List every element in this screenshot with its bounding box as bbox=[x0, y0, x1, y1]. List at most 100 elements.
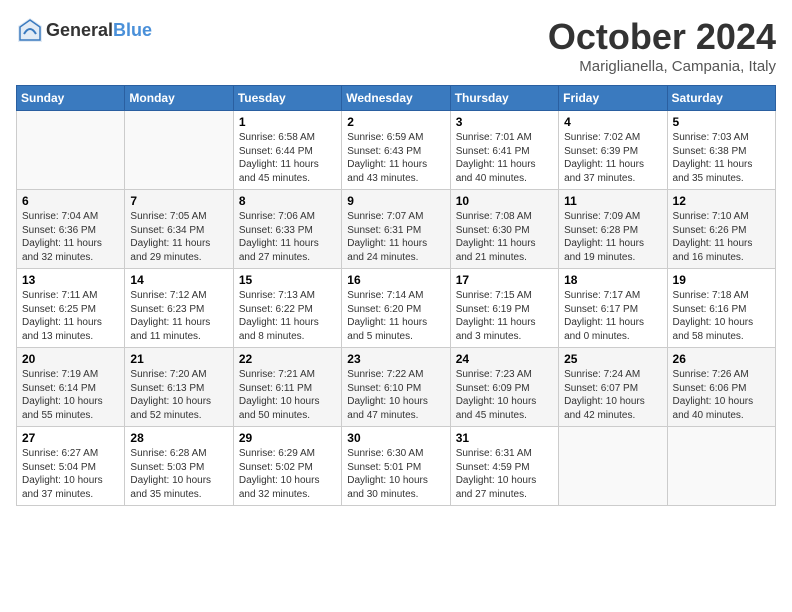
day-info: Sunrise: 7:21 AMSunset: 6:11 PMDaylight:… bbox=[239, 368, 336, 422]
calendar-week-row: 6 Sunrise: 7:04 AMSunset: 6:36 PMDaylight… bbox=[17, 190, 776, 269]
day-number: 19 bbox=[673, 273, 770, 287]
day-info: Sunrise: 7:13 AMSunset: 6:22 PMDaylight:… bbox=[239, 289, 336, 343]
location-title: Mariglianella, Campania, Italy bbox=[548, 58, 776, 75]
calendar-cell: 10 Sunrise: 7:08 AMSunset: 6:30 PMDayligh… bbox=[450, 190, 558, 269]
day-number: 31 bbox=[456, 431, 553, 445]
calendar-cell: 20Sunrise: 7:19 AMSunset: 6:14 PMDayligh… bbox=[17, 348, 125, 427]
day-info: Sunrise: 7:07 AMSunset: 6:31 PMDaylight:… bbox=[347, 210, 444, 264]
day-number: 10 bbox=[456, 194, 553, 208]
day-info: Sunrise: 7:04 AMSunset: 6:36 PMDaylight:… bbox=[22, 210, 119, 264]
day-number: 22 bbox=[239, 352, 336, 366]
day-info: Sunrise: 7:26 AMSunset: 6:06 PMDaylight:… bbox=[673, 368, 770, 422]
day-info: Sunrise: 6:31 AMSunset: 4:59 PMDaylight:… bbox=[456, 447, 553, 501]
weekday-header: Saturday bbox=[667, 86, 775, 111]
weekday-header: Wednesday bbox=[342, 86, 450, 111]
calendar-cell: 5 Sunrise: 7:03 AMSunset: 6:38 PMDaylight… bbox=[667, 111, 775, 190]
calendar-cell bbox=[17, 111, 125, 190]
day-info: Sunrise: 7:14 AMSunset: 6:20 PMDaylight:… bbox=[347, 289, 444, 343]
calendar-week-row: 13 Sunrise: 7:11 AMSunset: 6:25 PMDayligh… bbox=[17, 269, 776, 348]
calendar-cell: 15 Sunrise: 7:13 AMSunset: 6:22 PMDayligh… bbox=[233, 269, 341, 348]
day-info: Sunrise: 7:06 AMSunset: 6:33 PMDaylight:… bbox=[239, 210, 336, 264]
day-number: 11 bbox=[564, 194, 661, 208]
logo-general: General bbox=[46, 20, 113, 40]
calendar-cell bbox=[667, 427, 775, 506]
calendar-cell: 16 Sunrise: 7:14 AMSunset: 6:20 PMDayligh… bbox=[342, 269, 450, 348]
day-number: 25 bbox=[564, 352, 661, 366]
day-number: 27 bbox=[22, 431, 119, 445]
day-number: 8 bbox=[239, 194, 336, 208]
day-number: 9 bbox=[347, 194, 444, 208]
calendar-cell: 29Sunrise: 6:29 AMSunset: 5:02 PMDayligh… bbox=[233, 427, 341, 506]
calendar-cell: 7 Sunrise: 7:05 AMSunset: 6:34 PMDaylight… bbox=[125, 190, 233, 269]
calendar-cell: 22 Sunrise: 7:21 AMSunset: 6:11 PMDayligh… bbox=[233, 348, 341, 427]
day-info: Sunrise: 7:05 AMSunset: 6:34 PMDaylight:… bbox=[130, 210, 227, 264]
calendar-cell bbox=[559, 427, 667, 506]
calendar-cell: 18 Sunrise: 7:17 AMSunset: 6:17 PMDayligh… bbox=[559, 269, 667, 348]
day-info: Sunrise: 7:18 AMSunset: 6:16 PMDaylight:… bbox=[673, 289, 770, 343]
weekday-header: Monday bbox=[125, 86, 233, 111]
weekday-header: Sunday bbox=[17, 86, 125, 111]
day-number: 4 bbox=[564, 115, 661, 129]
day-info: Sunrise: 7:01 AMSunset: 6:41 PMDaylight:… bbox=[456, 131, 553, 185]
calendar-cell: 6 Sunrise: 7:04 AMSunset: 6:36 PMDaylight… bbox=[17, 190, 125, 269]
day-info: Sunrise: 7:23 AMSunset: 6:09 PMDaylight:… bbox=[456, 368, 553, 422]
day-info: Sunrise: 7:08 AMSunset: 6:30 PMDaylight:… bbox=[456, 210, 553, 264]
day-number: 6 bbox=[22, 194, 119, 208]
calendar-cell: 17Sunrise: 7:15 AMSunset: 6:19 PMDayligh… bbox=[450, 269, 558, 348]
day-info: Sunrise: 7:02 AMSunset: 6:39 PMDaylight:… bbox=[564, 131, 661, 185]
day-info: Sunrise: 7:17 AMSunset: 6:17 PMDaylight:… bbox=[564, 289, 661, 343]
day-number: 3 bbox=[456, 115, 553, 129]
calendar-cell: 8 Sunrise: 7:06 AMSunset: 6:33 PMDaylight… bbox=[233, 190, 341, 269]
day-info: Sunrise: 7:11 AMSunset: 6:25 PMDaylight:… bbox=[22, 289, 119, 343]
day-number: 1 bbox=[239, 115, 336, 129]
calendar-cell: 2Sunrise: 6:59 AMSunset: 6:43 PMDaylight… bbox=[342, 111, 450, 190]
calendar-cell: 25Sunrise: 7:24 AMSunset: 6:07 PMDayligh… bbox=[559, 348, 667, 427]
logo-blue: Blue bbox=[113, 20, 152, 40]
day-number: 12 bbox=[673, 194, 770, 208]
calendar-cell: 23 Sunrise: 7:22 AMSunset: 6:10 PMDayligh… bbox=[342, 348, 450, 427]
day-number: 18 bbox=[564, 273, 661, 287]
calendar-cell: 24 Sunrise: 7:23 AMSunset: 6:09 PMDayligh… bbox=[450, 348, 558, 427]
day-info: Sunrise: 7:20 AMSunset: 6:13 PMDaylight:… bbox=[130, 368, 227, 422]
logo: GeneralBlue bbox=[16, 16, 152, 44]
weekday-header-row: SundayMondayTuesdayWednesdayThursdayFrid… bbox=[17, 86, 776, 111]
calendar-table: SundayMondayTuesdayWednesdayThursdayFrid… bbox=[16, 85, 776, 506]
day-number: 15 bbox=[239, 273, 336, 287]
calendar-cell: 3 Sunrise: 7:01 AMSunset: 6:41 PMDaylight… bbox=[450, 111, 558, 190]
day-number: 2 bbox=[347, 115, 444, 129]
day-number: 16 bbox=[347, 273, 444, 287]
day-number: 7 bbox=[130, 194, 227, 208]
calendar-cell: 19 Sunrise: 7:18 AMSunset: 6:16 PMDayligh… bbox=[667, 269, 775, 348]
day-info: Sunrise: 7:10 AMSunset: 6:26 PMDaylight:… bbox=[673, 210, 770, 264]
calendar-cell: 13 Sunrise: 7:11 AMSunset: 6:25 PMDayligh… bbox=[17, 269, 125, 348]
day-info: Sunrise: 6:30 AMSunset: 5:01 PMDaylight:… bbox=[347, 447, 444, 501]
day-number: 14 bbox=[130, 273, 227, 287]
day-number: 23 bbox=[347, 352, 444, 366]
month-title: October 2024 bbox=[548, 16, 776, 58]
calendar-cell: 9 Sunrise: 7:07 AMSunset: 6:31 PMDaylight… bbox=[342, 190, 450, 269]
weekday-header: Friday bbox=[559, 86, 667, 111]
day-info: Sunrise: 6:28 AMSunset: 5:03 PMDaylight:… bbox=[130, 447, 227, 501]
day-info: Sunrise: 7:19 AMSunset: 6:14 PMDaylight:… bbox=[22, 368, 119, 422]
day-number: 29 bbox=[239, 431, 336, 445]
calendar-cell: 26Sunrise: 7:26 AMSunset: 6:06 PMDayligh… bbox=[667, 348, 775, 427]
title-section: October 2024 Mariglianella, Campania, It… bbox=[548, 16, 776, 75]
day-info: Sunrise: 6:27 AMSunset: 5:04 PMDaylight:… bbox=[22, 447, 119, 501]
day-number: 28 bbox=[130, 431, 227, 445]
day-info: Sunrise: 7:22 AMSunset: 6:10 PMDaylight:… bbox=[347, 368, 444, 422]
logo-text: GeneralBlue bbox=[46, 20, 152, 41]
calendar-week-row: 1Sunrise: 6:58 AMSunset: 6:44 PMDaylight… bbox=[17, 111, 776, 190]
calendar-cell: 31 Sunrise: 6:31 AMSunset: 4:59 PMDayligh… bbox=[450, 427, 558, 506]
day-info: Sunrise: 7:03 AMSunset: 6:38 PMDaylight:… bbox=[673, 131, 770, 185]
calendar-cell: 27 Sunrise: 6:27 AMSunset: 5:04 PMDayligh… bbox=[17, 427, 125, 506]
calendar-cell: 28 Sunrise: 6:28 AMSunset: 5:03 PMDayligh… bbox=[125, 427, 233, 506]
weekday-header: Tuesday bbox=[233, 86, 341, 111]
day-number: 21 bbox=[130, 352, 227, 366]
calendar-week-row: 20Sunrise: 7:19 AMSunset: 6:14 PMDayligh… bbox=[17, 348, 776, 427]
calendar-cell: 11Sunrise: 7:09 AMSunset: 6:28 PMDayligh… bbox=[559, 190, 667, 269]
day-number: 24 bbox=[456, 352, 553, 366]
day-number: 13 bbox=[22, 273, 119, 287]
day-number: 5 bbox=[673, 115, 770, 129]
calendar-cell: 4 Sunrise: 7:02 AMSunset: 6:39 PMDaylight… bbox=[559, 111, 667, 190]
calendar-cell: 12 Sunrise: 7:10 AMSunset: 6:26 PMDayligh… bbox=[667, 190, 775, 269]
